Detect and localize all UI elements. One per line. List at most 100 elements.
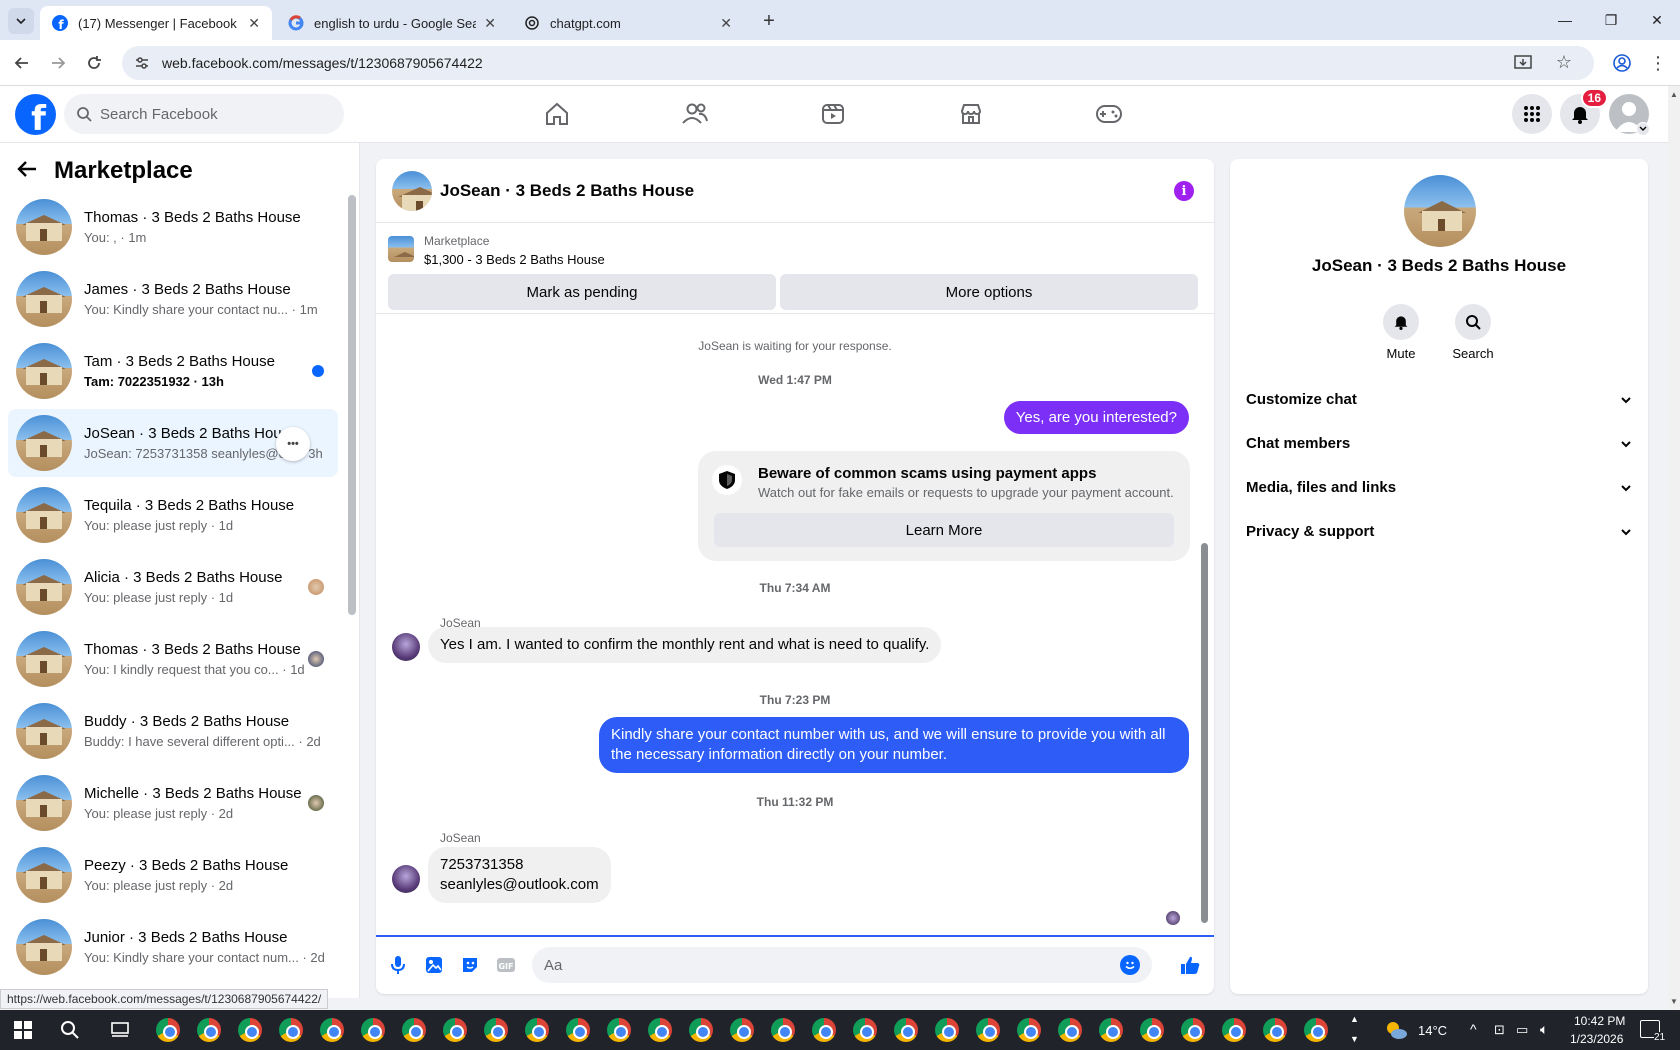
sticker-icon[interactable] <box>458 953 482 977</box>
sender-avatar[interactable] <box>392 865 420 893</box>
tab-search-dropdown[interactable] <box>8 8 34 34</box>
chrome-taskbar-icon[interactable] <box>1181 1018 1205 1042</box>
conversation-item[interactable]: Thomas · 3 Beds 2 Baths House You: , · 1m <box>8 193 338 261</box>
chrome-taskbar-icon[interactable] <box>443 1018 467 1042</box>
chrome-taskbar-icon[interactable] <box>361 1018 385 1042</box>
conversation-item[interactable]: James · 3 Beds 2 Baths House You: Kindly … <box>8 265 338 333</box>
close-icon[interactable]: ✕ <box>248 15 260 32</box>
chrome-taskbar-icon[interactable] <box>1263 1018 1287 1042</box>
more-options-button[interactable]: More options <box>780 274 1198 310</box>
outgoing-message[interactable]: Yes, are you interested? <box>1003 401 1189 434</box>
chrome-taskbar-icon[interactable] <box>935 1018 959 1042</box>
photo-icon[interactable] <box>422 953 446 977</box>
conversation-item[interactable]: JoSean · 3 Beds 2 Baths House JoSean: 725… <box>8 409 338 477</box>
restore-button[interactable]: ❐ <box>1588 0 1634 40</box>
volume-icon[interactable]: 🔈︎ <box>1540 1021 1548 1038</box>
taskbar-search-icon[interactable] <box>60 1020 80 1040</box>
nav-marketplace[interactable] <box>916 94 1026 134</box>
nav-gaming[interactable] <box>1054 94 1164 134</box>
notifications-button[interactable]: 16 <box>1560 88 1608 134</box>
tab-chatgpt[interactable]: chatgpt.com ✕ <box>512 6 744 40</box>
back-arrow-icon[interactable] <box>16 157 38 185</box>
new-tab-button[interactable]: + <box>756 8 782 34</box>
sidebar-scrollbar[interactable] <box>348 195 356 615</box>
tab-messenger[interactable]: f (17) Messenger | Facebook ✕ <box>40 6 272 40</box>
privacy-support-row[interactable]: Privacy & support <box>1246 511 1632 551</box>
learn-more-button[interactable]: Learn More <box>714 513 1174 547</box>
conversation-item[interactable]: Peezy · 3 Beds 2 Baths House You: please … <box>8 841 338 909</box>
conversation-item[interactable]: Thomas · 3 Beds 2 Baths House You: I kind… <box>8 625 338 693</box>
menu-grid-button[interactable] <box>1512 94 1552 134</box>
chrome-taskbar-icon[interactable] <box>648 1018 672 1042</box>
chat-title[interactable]: JoSean · 3 Beds 2 Baths House <box>440 181 694 201</box>
chrome-taskbar-icon[interactable] <box>484 1018 508 1042</box>
chat-members-row[interactable]: Chat members <box>1246 423 1632 463</box>
reload-button[interactable] <box>80 49 108 77</box>
info-avatar[interactable] <box>1404 175 1476 247</box>
site-settings-icon[interactable] <box>134 55 150 71</box>
chevron-up-icon[interactable]: ▲ <box>1350 1014 1359 1024</box>
clock-date[interactable]: 1/23/2026 <box>1570 1032 1623 1046</box>
conversation-item[interactable]: Michelle · 3 Beds 2 Baths House You: plea… <box>8 769 338 837</box>
listing-price[interactable]: $1,300 - 3 Beds 2 Baths House <box>424 252 605 267</box>
chrome-taskbar-icon[interactable] <box>566 1018 590 1042</box>
chrome-taskbar-icon[interactable] <box>320 1018 344 1042</box>
chrome-taskbar-icon[interactable] <box>730 1018 754 1042</box>
task-view-icon[interactable] <box>110 1021 130 1039</box>
search-in-conversation-button[interactable]: Search <box>1438 304 1508 361</box>
chrome-taskbar-icon[interactable] <box>1140 1018 1164 1042</box>
url-input[interactable]: web.facebook.com/messages/t/123068790567… <box>122 46 1594 80</box>
incoming-message[interactable]: Yes I am. I wanted to confirm the monthl… <box>428 627 942 663</box>
chrome-taskbar-icon[interactable] <box>525 1018 549 1042</box>
close-icon[interactable]: ✕ <box>720 15 732 32</box>
bookmark-star-icon[interactable]: ☆ <box>1556 52 1572 73</box>
browser-menu-button[interactable]: ⋮ <box>1644 49 1672 77</box>
nav-home[interactable] <box>502 94 612 134</box>
gif-icon[interactable]: GIF <box>494 953 518 977</box>
conversation-item[interactable]: Junior · 3 Beds 2 Baths House You: Kindly… <box>8 913 338 981</box>
account-dropdown-icon[interactable] <box>1636 122 1650 136</box>
profile-button[interactable] <box>1608 49 1636 77</box>
tab-google-search[interactable]: english to urdu - Google Search ✕ <box>276 6 508 40</box>
meet-now-icon[interactable]: ⊡ <box>1494 1022 1505 1038</box>
chrome-taskbar-icon[interactable] <box>894 1018 918 1042</box>
chrome-taskbar-icon[interactable] <box>402 1018 426 1042</box>
chrome-taskbar-icon[interactable] <box>771 1018 795 1042</box>
mark-pending-button[interactable]: Mark as pending <box>388 274 776 310</box>
clock-time[interactable]: 10:42 PM <box>1574 1014 1625 1028</box>
weather-icon[interactable] <box>1384 1018 1408 1042</box>
close-window-button[interactable]: ✕ <box>1634 0 1680 40</box>
microphone-icon[interactable] <box>386 953 410 977</box>
media-files-links-row[interactable]: Media, files and links <box>1246 467 1632 507</box>
chrome-taskbar-icon[interactable] <box>1304 1018 1328 1042</box>
mute-button[interactable]: Mute <box>1366 304 1436 361</box>
chrome-taskbar-icon[interactable] <box>1222 1018 1246 1042</box>
conversation-item[interactable]: Tequila · 3 Beds 2 Baths House You: pleas… <box>8 481 338 549</box>
chrome-taskbar-icon[interactable] <box>197 1018 221 1042</box>
chrome-taskbar-icon[interactable] <box>1017 1018 1041 1042</box>
scroll-up-arrow-icon[interactable]: ▲ <box>1670 90 1678 99</box>
chevron-up-icon[interactable]: ^ <box>1470 1021 1477 1037</box>
scroll-down-arrow-icon[interactable]: ▼ <box>1670 997 1678 1006</box>
nav-video[interactable] <box>778 94 888 134</box>
incoming-message[interactable]: 7253731358 seanlyles@outlook.com <box>428 847 611 903</box>
windows-start-icon[interactable] <box>14 1021 32 1039</box>
chevron-down-icon[interactable]: ▼ <box>1350 1034 1359 1044</box>
message-input[interactable]: Aa <box>532 947 1152 983</box>
chrome-taskbar-icon[interactable] <box>976 1018 1000 1042</box>
conversation-more-button[interactable]: ••• <box>276 427 310 461</box>
listing-thumbnail[interactable] <box>388 236 414 262</box>
forward-button[interactable] <box>44 49 72 77</box>
facebook-search-input[interactable]: Search Facebook <box>64 94 344 134</box>
conversation-item[interactable]: Alicia · 3 Beds 2 Baths House You: please… <box>8 553 338 621</box>
facebook-logo[interactable]: f <box>15 94 56 135</box>
chrome-taskbar-icon[interactable] <box>1058 1018 1082 1042</box>
thumbs-up-icon[interactable] <box>1178 953 1202 977</box>
outgoing-message[interactable]: Kindly share your contact number with us… <box>599 717 1189 773</box>
install-app-icon[interactable] <box>1514 55 1532 71</box>
chrome-taskbar-icon[interactable] <box>1099 1018 1123 1042</box>
chat-avatar[interactable] <box>392 170 432 211</box>
minimize-button[interactable]: — <box>1542 0 1588 40</box>
chrome-taskbar-icon[interactable] <box>689 1018 713 1042</box>
close-icon[interactable]: ✕ <box>484 15 496 32</box>
